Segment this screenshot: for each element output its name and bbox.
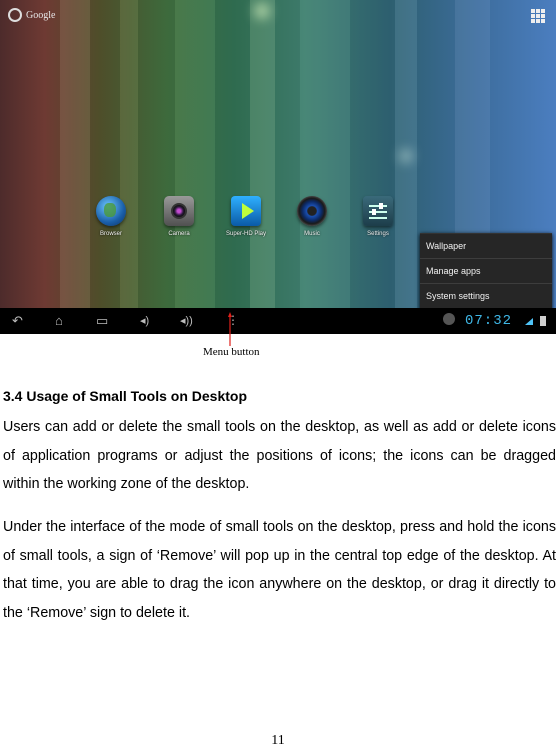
- menu-item-wallpaper[interactable]: Wallpaper: [420, 234, 552, 259]
- options-menu: Wallpaper Manage apps System settings: [420, 233, 552, 311]
- app-camera[interactable]: Camera: [149, 196, 209, 237]
- menu-item-system-settings[interactable]: System settings: [420, 284, 552, 309]
- wallpaper-glow: [400, 150, 412, 162]
- notification-icon[interactable]: [443, 313, 455, 325]
- app-settings[interactable]: Settings: [348, 196, 408, 237]
- paragraph-1: Users can add or delete the small tools …: [3, 419, 556, 492]
- camera-icon: [164, 196, 194, 226]
- status-clock[interactable]: 07:32: [465, 313, 512, 329]
- app-super-hd-play[interactable]: Super-HD Play: [216, 196, 276, 237]
- speaker-icon: [297, 196, 327, 226]
- app-label: Super-HD Play: [225, 231, 266, 237]
- menu-item-manage-apps[interactable]: Manage apps: [420, 259, 552, 284]
- app-label: Music: [304, 231, 320, 237]
- app-label: Browser: [99, 231, 122, 237]
- volume-up-icon[interactable]: ◂)): [180, 314, 193, 328]
- app-browser[interactable]: Browser: [81, 196, 141, 237]
- red-arrow-icon: [228, 312, 232, 346]
- wallpaper-glow: [255, 4, 269, 18]
- wallpaper-stripe: [300, 0, 350, 308]
- system-navigation-bar: ↶ ⌂ ▭ ◂) ◂)) ⋮ 07:32: [0, 308, 556, 334]
- wifi-signal-icon: [525, 318, 533, 325]
- app-label: Settings: [367, 231, 389, 237]
- back-icon[interactable]: ↶: [12, 314, 23, 328]
- globe-icon: [96, 196, 126, 226]
- menu-button-caption: Menu button: [203, 346, 260, 358]
- google-icon: [8, 8, 22, 22]
- tablet-desktop-screenshot: Google Browser Camera Super-HD Play Musi…: [0, 0, 556, 334]
- wallpaper-stripe: [250, 0, 275, 308]
- play-icon: [231, 196, 261, 226]
- home-icon[interactable]: ⌂: [55, 314, 63, 328]
- volume-down-icon[interactable]: ◂): [140, 314, 149, 328]
- settings-sliders-icon: [363, 196, 393, 226]
- battery-icon: [540, 316, 546, 326]
- paragraph-2: Under the interface of the mode of small…: [3, 519, 556, 621]
- wallpaper-stripe: [120, 0, 138, 308]
- page-number: 11: [271, 733, 285, 748]
- section-heading: 3.4 Usage of Small Tools on Desktop: [3, 388, 248, 404]
- all-apps-icon[interactable]: [531, 9, 545, 23]
- google-label: Google: [26, 9, 56, 21]
- wallpaper-stripe: [175, 0, 215, 308]
- app-music[interactable]: Music: [282, 196, 342, 237]
- recent-apps-icon[interactable]: ▭: [96, 314, 108, 328]
- app-label: Camera: [168, 231, 190, 237]
- wallpaper-stripe: [60, 0, 90, 308]
- google-search-widget[interactable]: Google: [8, 8, 55, 22]
